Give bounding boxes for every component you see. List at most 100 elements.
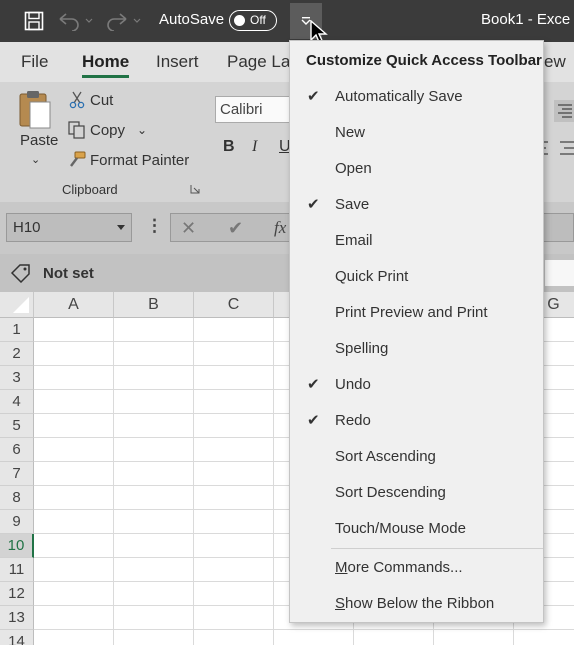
paste-icon: [19, 91, 51, 129]
name-box[interactable]: H10: [6, 213, 132, 242]
row-header-11[interactable]: 11: [0, 558, 34, 582]
menu-item-label: Sort Ascending: [335, 448, 436, 465]
tab-home[interactable]: Home: [82, 52, 129, 72]
sensitivity-label[interactable]: Not set: [43, 265, 94, 282]
column-divider: [113, 318, 114, 645]
row-header-6[interactable]: 6: [0, 438, 34, 462]
cut-button[interactable]: Cut: [66, 88, 113, 112]
checkmark-icon: ✔: [307, 88, 320, 105]
row-header-4[interactable]: 4: [0, 390, 34, 414]
cancel-icon[interactable]: ✕: [181, 218, 196, 239]
menu-item-label: Print Preview and Print: [335, 304, 488, 321]
menu-item-label: Open: [335, 160, 372, 177]
font-name-box[interactable]: Calibri: [215, 96, 295, 123]
row-header-12[interactable]: 12: [0, 582, 34, 606]
chevron-down-icon[interactable]: [117, 225, 125, 230]
scissors-icon: [66, 90, 88, 110]
menu-item-label: Automatically Save: [335, 88, 463, 105]
autosave-label: AutoSave: [159, 11, 225, 28]
italic-button[interactable]: I: [252, 138, 257, 156]
sensitivity-input[interactable]: [545, 260, 574, 286]
chevron-down-icon[interactable]: ⌄: [31, 153, 40, 166]
more-options-icon[interactable]: ⋮: [146, 216, 163, 236]
menu-item-new[interactable]: New: [290, 115, 543, 151]
autosave-toggle[interactable]: Off: [229, 10, 277, 31]
menu-item-label: Email: [335, 232, 373, 249]
menu-item-save[interactable]: ✔ Save: [290, 187, 543, 223]
menu-item-quick-print[interactable]: Quick Print: [290, 259, 543, 295]
copy-button[interactable]: Copy ⌄: [66, 118, 147, 142]
row-header-7[interactable]: 7: [0, 462, 34, 486]
customize-qat-menu: Customize Quick Access Toolbar ✔ Automati…: [289, 40, 544, 623]
select-all-corner[interactable]: [0, 292, 34, 318]
row-header-3[interactable]: 3: [0, 366, 34, 390]
menu-item-label: Quick Print: [335, 268, 409, 285]
active-tab-indicator: [82, 75, 129, 78]
menu-item-print-preview-and-print[interactable]: Print Preview and Print: [290, 295, 543, 331]
undo-icon[interactable]: [56, 9, 96, 33]
menu-item-label: Sort Descending: [335, 484, 446, 501]
tab-insert[interactable]: Insert: [156, 52, 199, 72]
column-header-c[interactable]: C: [194, 292, 274, 318]
menu-item-label: New: [335, 124, 366, 141]
menu-item-email[interactable]: Email: [290, 223, 543, 259]
enter-icon[interactable]: ✔: [228, 218, 243, 239]
paintbrush-icon: [66, 150, 88, 170]
menu-item-label: Redo: [335, 412, 371, 429]
row-header-8[interactable]: 8: [0, 486, 34, 510]
checkmark-icon: ✔: [307, 196, 320, 213]
menu-item-touch-mouse-mode[interactable]: Touch/Mouse Mode: [290, 511, 543, 547]
menu-item-open[interactable]: Open: [290, 151, 543, 187]
tab-file[interactable]: File: [21, 52, 48, 72]
menu-item-more-commands[interactable]: More Commands...: [290, 550, 543, 586]
checkmark-icon: ✔: [307, 376, 320, 393]
name-box-value: H10: [13, 219, 41, 236]
redo-icon[interactable]: [104, 9, 144, 33]
row-header-5[interactable]: 5: [0, 414, 34, 438]
copy-icon: [66, 120, 88, 140]
row-header-9[interactable]: 9: [0, 510, 34, 534]
menu-item-spelling[interactable]: Spelling: [290, 331, 543, 367]
menu-item-label: Undo: [335, 376, 371, 393]
menu-title: Customize Quick Access Toolbar: [306, 52, 542, 69]
indent-icon[interactable]: [540, 138, 574, 158]
format-painter-button[interactable]: Format Painter: [66, 148, 189, 172]
format-painter-label: Format Painter: [90, 151, 190, 169]
row-divider: [34, 629, 574, 630]
tab-view[interactable]: ew: [544, 52, 566, 72]
row-header-13[interactable]: 13: [0, 606, 34, 630]
insert-function-icon[interactable]: fx: [274, 218, 286, 238]
row-header-10[interactable]: 10: [0, 534, 34, 558]
autosave-state: Off: [250, 13, 266, 27]
toggle-knob: [234, 14, 245, 26]
row-header-2[interactable]: 2: [0, 342, 34, 366]
chevron-down-icon[interactable]: ⌄: [137, 123, 147, 137]
column-header-b[interactable]: B: [114, 292, 194, 318]
tag-icon: [10, 264, 30, 283]
column-header-a[interactable]: A: [34, 292, 114, 318]
paste-label: Paste: [20, 132, 59, 149]
row-header-14[interactable]: 14: [0, 630, 34, 645]
bold-button[interactable]: B: [223, 138, 235, 156]
menu-item-redo[interactable]: ✔ Redo: [290, 403, 543, 439]
menu-item-automatically-save[interactable]: ✔ Automatically Save: [290, 79, 543, 115]
menu-item-label: More Commands...: [335, 559, 463, 576]
menu-item-undo[interactable]: ✔ Undo: [290, 367, 543, 403]
cut-label: Cut: [90, 91, 114, 109]
checkmark-icon: ✔: [307, 412, 320, 429]
menu-item-label: Spelling: [335, 340, 389, 357]
document-title: Book1 - Exce: [481, 11, 571, 28]
dialog-launcher-icon[interactable]: [190, 184, 200, 194]
clipboard-group-label: Clipboard: [62, 182, 118, 197]
menu-item-label: Touch/Mouse Mode: [335, 520, 466, 537]
save-icon[interactable]: [20, 9, 48, 33]
title-bar: AutoSave Off Book1 - Exce: [0, 0, 574, 42]
column-divider: [273, 318, 274, 645]
align-right-icon[interactable]: [548, 100, 574, 122]
menu-item-label: Show Below the Ribbon: [335, 595, 495, 612]
menu-item-sort-descending[interactable]: Sort Descending: [290, 475, 543, 511]
menu-separator: [331, 548, 543, 549]
menu-item-sort-ascending[interactable]: Sort Ascending: [290, 439, 543, 475]
menu-item-show-below-ribbon[interactable]: Show Below the Ribbon: [290, 586, 543, 622]
row-header-1[interactable]: 1: [0, 318, 34, 342]
